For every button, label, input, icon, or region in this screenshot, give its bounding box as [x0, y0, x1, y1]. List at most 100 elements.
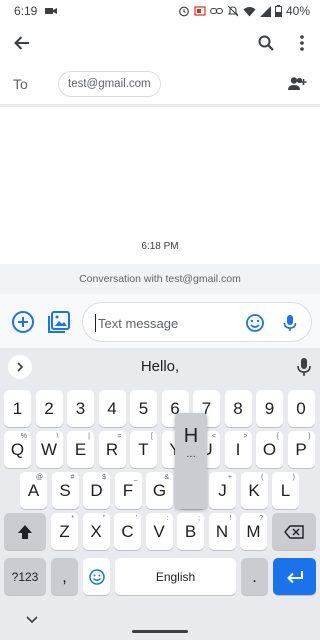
key-hint: _ — [133, 474, 138, 481]
key-preview-popup: H … — [175, 413, 207, 509]
key-hint: < — [211, 433, 216, 440]
recipient-row: To test@gmail.com — [0, 64, 320, 104]
key-label: P — [295, 439, 307, 459]
key-n[interactable]: N! — [208, 513, 236, 550]
key-label: 5 — [138, 398, 149, 418]
key-hint: ' — [135, 515, 137, 522]
symbols-key[interactable]: ?123 — [4, 558, 46, 595]
battery-percent: 40% — [285, 4, 310, 18]
key-label: 0 — [296, 398, 306, 418]
key-label: F — [122, 480, 134, 500]
nav-collapse-button[interactable] — [24, 612, 40, 628]
key-d[interactable]: D $ — [83, 472, 110, 509]
battery-icon — [274, 5, 282, 17]
key-p[interactable]: P} — [287, 431, 315, 468]
key-label: 3 — [75, 398, 86, 418]
key-e[interactable]: E | — [67, 431, 94, 468]
key-label: X — [90, 521, 102, 541]
chevron-down-icon — [26, 616, 38, 624]
arrow-back-icon — [14, 36, 29, 50]
key-label: 1 — [12, 398, 23, 418]
key-a[interactable]: A @ — [20, 472, 47, 509]
key-label: L — [280, 480, 291, 500]
key-0[interactable]: 0 — [287, 390, 315, 427]
compose-bar — [0, 294, 320, 348]
period-key[interactable]: . — [241, 558, 268, 595]
attach-button[interactable] — [10, 309, 36, 335]
key-x[interactable]: X " — [82, 513, 110, 550]
back-button[interactable] — [4, 25, 40, 61]
key-c[interactable]: C ' — [114, 513, 141, 550]
key-w[interactable]: W \ — [35, 431, 63, 468]
enter-key[interactable] — [273, 558, 316, 595]
key-label: N — [215, 521, 229, 541]
more-options-button[interactable] — [284, 25, 320, 61]
key-2[interactable]: 2 — [35, 390, 63, 427]
recipient-chip[interactable]: test@gmail.com — [58, 71, 161, 97]
key-4[interactable]: 4 — [98, 390, 126, 427]
key-hint: + — [227, 474, 232, 481]
key-k[interactable]: K( — [240, 472, 268, 509]
conversation-banner: Conversation with test@gmail.com — [0, 264, 320, 294]
backspace-key[interactable] — [272, 513, 316, 550]
key-hint: * — [71, 515, 74, 522]
key-r[interactable]: R = — [98, 431, 126, 468]
word-suggestion[interactable]: Hello, — [0, 358, 320, 375]
key-9[interactable]: 9 — [256, 390, 283, 427]
key-hint: = — [117, 433, 122, 440]
key-hint: { — [276, 433, 279, 440]
key-label: V — [153, 521, 165, 541]
message-field — [82, 302, 312, 342]
key-z[interactable]: Z * — [51, 513, 78, 550]
key-hint: > — [243, 433, 248, 440]
add-circle-icon — [12, 311, 34, 333]
key-g[interactable]: G & — [146, 472, 173, 509]
key-j[interactable]: J + — [209, 472, 236, 509]
key-hint: ? — [259, 515, 263, 522]
shift-icon — [18, 524, 32, 539]
key-q[interactable]: Q% — [4, 431, 31, 468]
shift-key[interactable] — [4, 513, 46, 550]
key-o[interactable]: O{ — [256, 431, 283, 468]
home-indicator[interactable] — [132, 630, 188, 633]
header-divider — [0, 104, 320, 107]
search-icon — [258, 35, 274, 51]
mic-icon — [283, 315, 297, 331]
navigation-bar — [0, 604, 320, 640]
key-l[interactable]: L) — [272, 472, 299, 509]
keyboard-voice-button[interactable] — [294, 356, 314, 378]
add-people-button[interactable] — [283, 70, 311, 98]
key-label: 4 — [107, 398, 117, 418]
emoji-button[interactable] — [244, 312, 266, 334]
key-m[interactable]: M? — [240, 513, 267, 550]
key-3[interactable]: 3 — [67, 390, 94, 427]
gallery-button[interactable] — [46, 309, 72, 335]
link-icon — [210, 7, 223, 15]
key-hint: : — [166, 515, 169, 522]
key-hint: [ — [151, 433, 153, 440]
key-hint: $ — [102, 474, 106, 481]
key-f[interactable]: F _ — [114, 472, 142, 509]
to-label: To — [13, 76, 28, 92]
key-s[interactable]: S # — [51, 472, 79, 509]
key-label: 9 — [264, 398, 275, 418]
key-label: B — [184, 521, 197, 541]
key-b[interactable]: B; — [177, 513, 204, 550]
space-key[interactable]: English — [115, 558, 236, 595]
key-5[interactable]: 5 — [130, 390, 157, 427]
backspace-icon — [284, 524, 304, 539]
key-8[interactable]: 8 — [224, 390, 252, 427]
key-label: T — [138, 439, 149, 459]
emoji-key[interactable] — [83, 558, 110, 595]
mute-icon — [227, 5, 239, 17]
key-i[interactable]: I > — [224, 431, 252, 468]
voice-input-button[interactable] — [279, 312, 301, 334]
status-bar: 6:19 40% — [0, 0, 320, 22]
comma-key[interactable]: , — [51, 558, 78, 595]
message-input[interactable] — [95, 314, 235, 332]
key-hint: } — [308, 433, 311, 440]
search-button[interactable] — [248, 25, 284, 61]
key-1[interactable]: 1 — [4, 390, 31, 427]
key-t[interactable]: T[ — [130, 431, 157, 468]
key-v[interactable]: V: — [145, 513, 173, 550]
